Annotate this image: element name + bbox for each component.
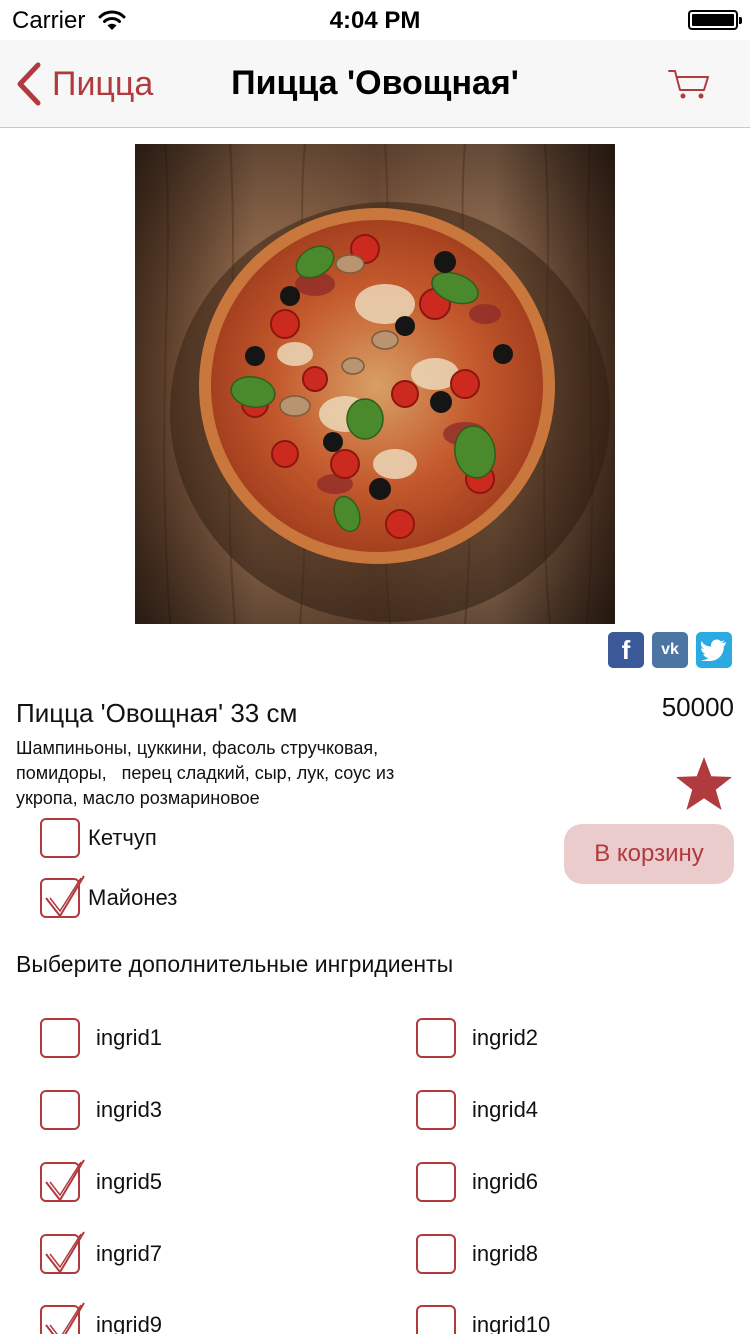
checkbox[interactable] (416, 1090, 456, 1130)
navigation-bar: Пицца Пицца 'Овощная' (0, 40, 750, 128)
product-price: 50000 (661, 692, 734, 722)
social-share: f vk (608, 632, 732, 668)
ingredient-option[interactable]: ingrid1 (40, 1018, 162, 1058)
checkmark-icon (45, 875, 85, 918)
ingredient-label: ingrid10 (472, 1312, 551, 1334)
sauce-option-ketchup[interactable]: Кетчуп (40, 818, 157, 858)
checkbox[interactable] (416, 1305, 456, 1334)
ingredient-option[interactable]: ingrid5 (40, 1159, 163, 1202)
cart-icon[interactable] (668, 68, 710, 100)
sauce-option-mayonnaise[interactable]: Майонез (40, 875, 178, 918)
ingredient-option[interactable]: ingrid8 (416, 1234, 538, 1274)
checkbox[interactable] (416, 1018, 456, 1058)
add-to-cart-button[interactable]: В корзину (564, 824, 734, 884)
ingredient-option[interactable]: ingrid10 (416, 1305, 550, 1334)
ingredient-label: ingrid8 (472, 1241, 539, 1266)
twitter-bird-icon (701, 639, 726, 661)
ingredient-label: ingrid3 (96, 1097, 163, 1122)
status-bar: Carrier 4:04 PM (0, 0, 750, 40)
page-title: Пицца 'Овощная' (231, 64, 519, 102)
sauce-option-label: Майонез (88, 885, 178, 910)
checkmark-icon (45, 1302, 85, 1334)
checkbox[interactable] (40, 818, 80, 858)
ingredient-option[interactable]: ingrid6 (416, 1162, 538, 1202)
checkmark-icon (45, 1159, 85, 1202)
facebook-icon[interactable]: f (608, 632, 644, 668)
ingredients-title: Выберите дополнительные ингридиенты (16, 951, 454, 977)
checkbox[interactable] (40, 1159, 85, 1202)
ingredient-label: ingrid7 (96, 1241, 163, 1266)
checkbox[interactable] (416, 1162, 456, 1202)
ingredient-option[interactable]: ingrid9 (40, 1302, 163, 1334)
checkbox[interactable] (416, 1234, 456, 1274)
ingredient-label: ingrid9 (96, 1312, 163, 1334)
pizza-image (135, 144, 615, 624)
sauce-option-label: Кетчуп (88, 825, 157, 850)
battery-icon (688, 10, 742, 30)
twitter-icon[interactable] (696, 632, 732, 668)
checkbox[interactable] (40, 875, 85, 918)
ingredient-label: ingrid2 (472, 1025, 539, 1050)
ingredient-label: ingrid5 (96, 1169, 163, 1194)
vk-icon[interactable]: vk (652, 632, 688, 668)
product-description: Шампиньоны, цуккини, фасоль стручковая, … (16, 738, 395, 808)
checkbox[interactable] (40, 1018, 80, 1058)
status-time: 4:04 PM (329, 7, 421, 34)
product-name: Пицца 'Овощная' 33 см (16, 698, 298, 728)
checkbox[interactable] (40, 1302, 85, 1334)
ingredient-option[interactable]: ingrid3 (40, 1090, 162, 1130)
ingredient-label: ingrid6 (472, 1169, 539, 1194)
star-icon[interactable] (674, 756, 734, 812)
checkbox[interactable] (40, 1090, 80, 1130)
checkmark-icon (45, 1231, 85, 1274)
ingredient-option[interactable]: ingrid2 (416, 1018, 538, 1058)
ingredient-option[interactable]: ingrid7 (40, 1231, 163, 1274)
ingredient-option[interactable]: ingrid4 (416, 1090, 538, 1130)
checkbox[interactable] (40, 1231, 85, 1274)
ingredient-label: ingrid4 (472, 1097, 539, 1122)
ingredient-label: ingrid1 (96, 1025, 163, 1050)
